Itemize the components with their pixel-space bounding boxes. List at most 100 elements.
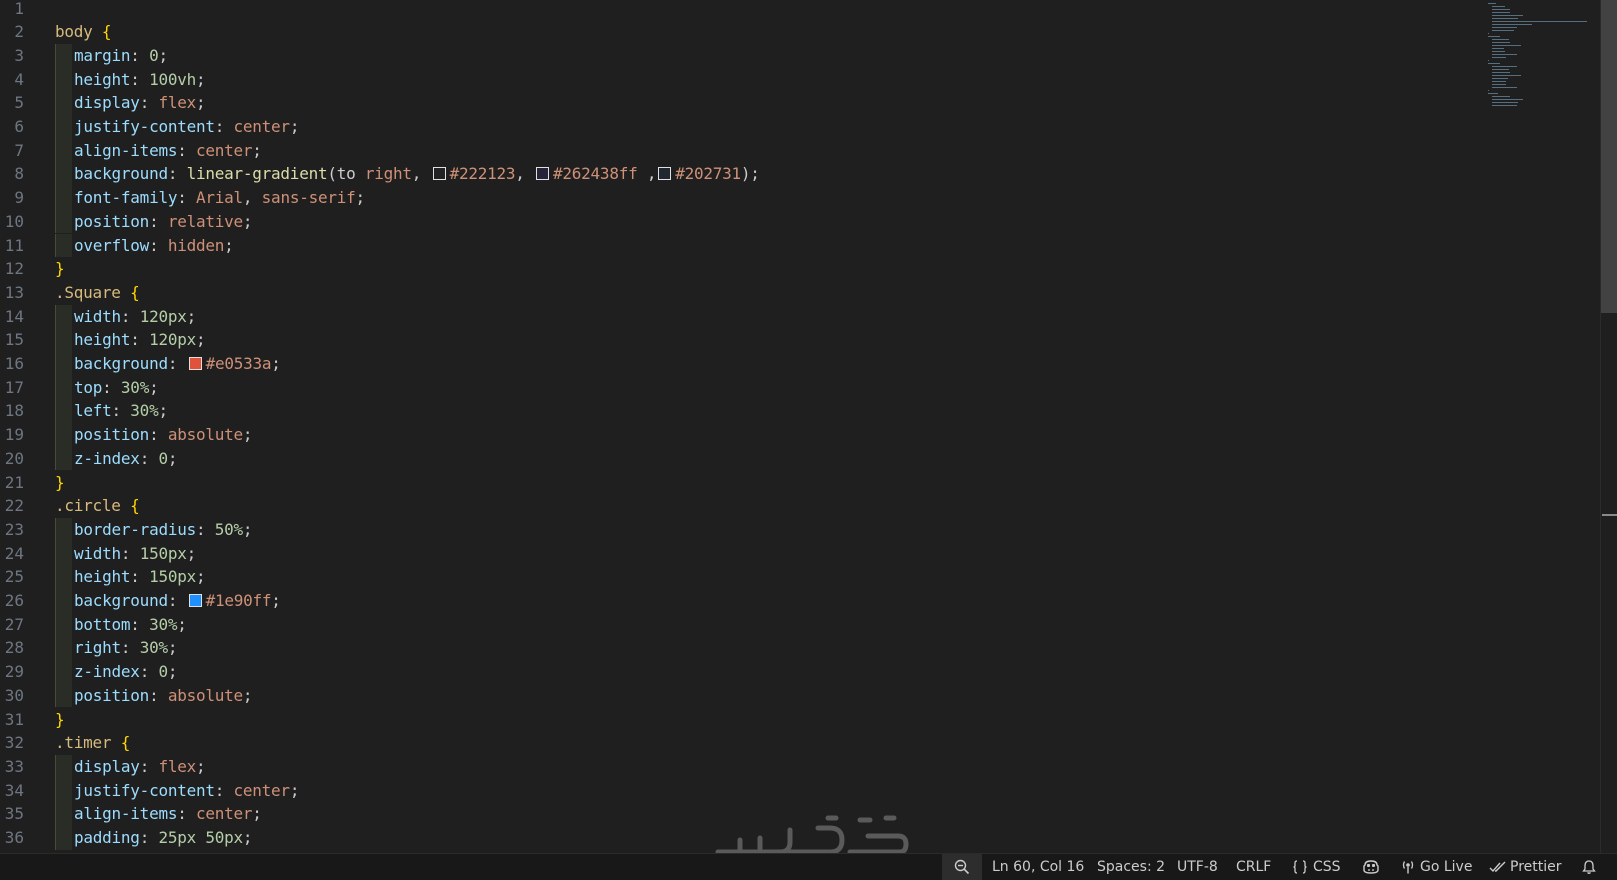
code-line[interactable]: 3 margin: 0;	[0, 43, 1590, 68]
code-token: right	[364, 164, 412, 184]
code-token: }	[55, 472, 65, 492]
code-token: :	[130, 69, 150, 89]
code-token: :	[167, 591, 187, 610]
code-editor[interactable]: 1 2 body {3 margin: 0; 4 height: 100vh; 5 displ…	[0, 0, 1600, 853]
zoom-out-button[interactable]	[942, 854, 982, 880]
code-line[interactable]: 8 background: linear-gradient(to right, #…	[0, 162, 1590, 187]
go-live-button[interactable]: Go Live	[1400, 854, 1472, 880]
code-token: :	[130, 45, 150, 65]
indent-guide	[55, 802, 72, 826]
color-swatch-icon[interactable]	[188, 594, 202, 607]
minimap-line	[1492, 18, 1518, 19]
code-token: 25px 50px	[158, 828, 243, 847]
code-token: center	[195, 140, 253, 160]
code-line[interactable]: 22 .circle {	[0, 494, 1590, 518]
scrollbar-cursor-marker	[1602, 514, 1617, 516]
code-line[interactable]: 16 background: #e0533a;	[0, 352, 1590, 376]
code-token: :	[149, 235, 168, 255]
code-line[interactable]: 27 bottom: 30%;	[0, 612, 1590, 637]
code-line[interactable]: 26 background: #1e90ff;	[0, 589, 1590, 613]
code-line[interactable]: 1	[0, 0, 1590, 20]
line-content: top: 30%;	[74, 376, 159, 400]
code-token: height	[74, 567, 131, 587]
code-token: (to	[327, 164, 365, 184]
code-token: {	[101, 22, 112, 42]
line-number: 24	[4, 543, 24, 563]
color-swatch-icon[interactable]	[188, 357, 202, 370]
code-line[interactable]: 29 z-index: 0;	[0, 660, 1590, 684]
code-token: ;	[195, 756, 206, 776]
code-token: :	[214, 780, 234, 800]
code-token: ;	[289, 780, 300, 800]
code-line[interactable]: 4 height: 100vh;	[0, 67, 1590, 92]
line-ending[interactable]: CRLF	[1236, 854, 1271, 880]
indent-guide	[55, 115, 72, 139]
code-line[interactable]: 23 border-radius: 50%;	[0, 517, 1590, 542]
code-line[interactable]: 25 height: 150px;	[0, 565, 1590, 589]
line-content: position: absolute;	[74, 423, 253, 447]
cursor-position[interactable]: Ln 60, Col 16	[992, 854, 1084, 880]
double-check-icon	[1489, 859, 1507, 875]
minimap-line	[1492, 9, 1511, 10]
minimap[interactable]	[1488, 0, 1593, 130]
line-number: 7	[14, 140, 24, 160]
code-token: :	[111, 401, 131, 421]
code-line[interactable]: 12}	[0, 257, 1590, 281]
copilot-button[interactable]	[1362, 854, 1380, 880]
code-line[interactable]: 13 .Square {	[0, 281, 1590, 305]
code-line[interactable]: 33 display: flex;	[0, 754, 1590, 779]
color-swatch-icon[interactable]	[658, 167, 672, 181]
line-number: 20	[4, 448, 24, 468]
code-line[interactable]: 15 height: 120px;	[0, 328, 1590, 352]
code-line[interactable]: 2 body {	[0, 20, 1590, 44]
code-line[interactable]: 31}	[0, 708, 1590, 732]
broadcast-icon	[1400, 859, 1416, 875]
code-token: :	[167, 354, 187, 373]
code-token: ;	[252, 140, 262, 160]
code-token: ;	[355, 188, 366, 208]
prettier-button[interactable]: Prettier	[1489, 854, 1562, 880]
code-line[interactable]: 18 left: 30%;	[0, 399, 1590, 424]
code-line[interactable]: 21}	[0, 471, 1590, 495]
code-line[interactable]: 6 justify-content: center;	[0, 115, 1590, 139]
indentation-setting[interactable]: Spaces: 2	[1097, 854, 1165, 880]
file-encoding[interactable]: UTF-8	[1177, 854, 1218, 880]
code-token: :	[214, 117, 234, 136]
code-line[interactable]: 5 display: flex;	[0, 91, 1590, 115]
code-line[interactable]: 17 top: 30%;	[0, 375, 1590, 400]
code-line[interactable]: 7 align-items: center;	[0, 138, 1590, 163]
notifications-button[interactable]	[1581, 854, 1597, 880]
code-token: center	[233, 117, 291, 136]
color-swatch-icon[interactable]	[432, 167, 446, 181]
code-token: hidden	[167, 235, 225, 255]
code-line[interactable]: 28 right: 30%;	[0, 636, 1590, 661]
language-mode[interactable]: CSS	[1292, 854, 1341, 880]
code-token: :	[149, 425, 168, 445]
code-line[interactable]: 19 position: absolute;	[0, 423, 1590, 447]
line-number: 26	[4, 591, 24, 610]
color-swatch-icon[interactable]	[536, 167, 550, 181]
code-token: ;	[242, 828, 253, 847]
code-line[interactable]: 9 font-family: Arial, sans-serif;	[0, 186, 1590, 210]
code-token: :	[139, 828, 159, 847]
line-content: height: 120px;	[74, 328, 206, 352]
code-line[interactable]: 14 width: 120px;	[0, 304, 1590, 329]
code-token: justify-content	[74, 117, 215, 136]
code-line[interactable]: 32 .timer {	[0, 731, 1590, 755]
code-token: 30%	[139, 638, 168, 658]
code-token: ;	[195, 330, 206, 350]
go-live-label: Go Live	[1420, 859, 1473, 875]
code-token: :	[177, 140, 196, 160]
code-line[interactable]: 34 justify-content: center;	[0, 778, 1590, 803]
code-token: #222123	[449, 164, 516, 184]
code-line[interactable]: 10 position: relative;	[0, 209, 1590, 234]
code-token: ,	[637, 164, 657, 184]
code-line[interactable]: 30 position: absolute;	[0, 683, 1590, 708]
code-line[interactable]: 24 width: 150px;	[0, 541, 1590, 566]
code-line[interactable]: 11 overflow: hidden;	[0, 233, 1590, 258]
code-line[interactable]: 20 z-index: 0;	[0, 446, 1590, 471]
code-token: ;	[195, 93, 206, 113]
code-token: #1e90ff	[205, 591, 272, 610]
minimap-line	[1492, 45, 1521, 46]
scrollbar-thumb[interactable]	[1601, 0, 1617, 313]
